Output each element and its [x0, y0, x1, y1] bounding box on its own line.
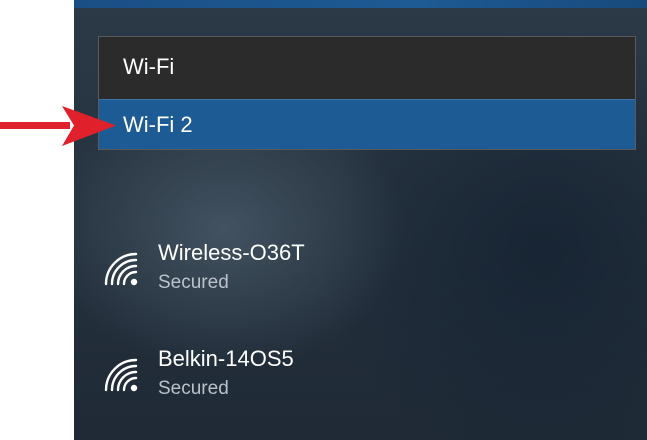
network-status: Secured	[158, 272, 229, 293]
red-arrow-icon	[0, 106, 116, 146]
network-status: Secured	[158, 378, 229, 399]
network-name: Wireless-O36T	[158, 240, 305, 265]
wifi-signal-icon	[104, 358, 138, 392]
wifi-signal-icon	[104, 252, 138, 286]
network-name: Belkin-14OS5	[158, 346, 294, 371]
network-list-item[interactable]: Wireless-O36T Secured	[100, 234, 500, 304]
dropdown-option-wifi[interactable]: Wi-Fi	[99, 37, 635, 97]
dropdown-option-wifi-2[interactable]: Wi-Fi 2	[99, 99, 635, 149]
adapter-dropdown[interactable]: Wi-Fi Wi-Fi 2	[98, 36, 636, 150]
screenshot-stage: Wi-Fi Wi-Fi 2 Wireless-O36T Secured Belk…	[0, 0, 647, 440]
network-list-item[interactable]: Belkin-14OS5 Secured	[100, 340, 500, 410]
